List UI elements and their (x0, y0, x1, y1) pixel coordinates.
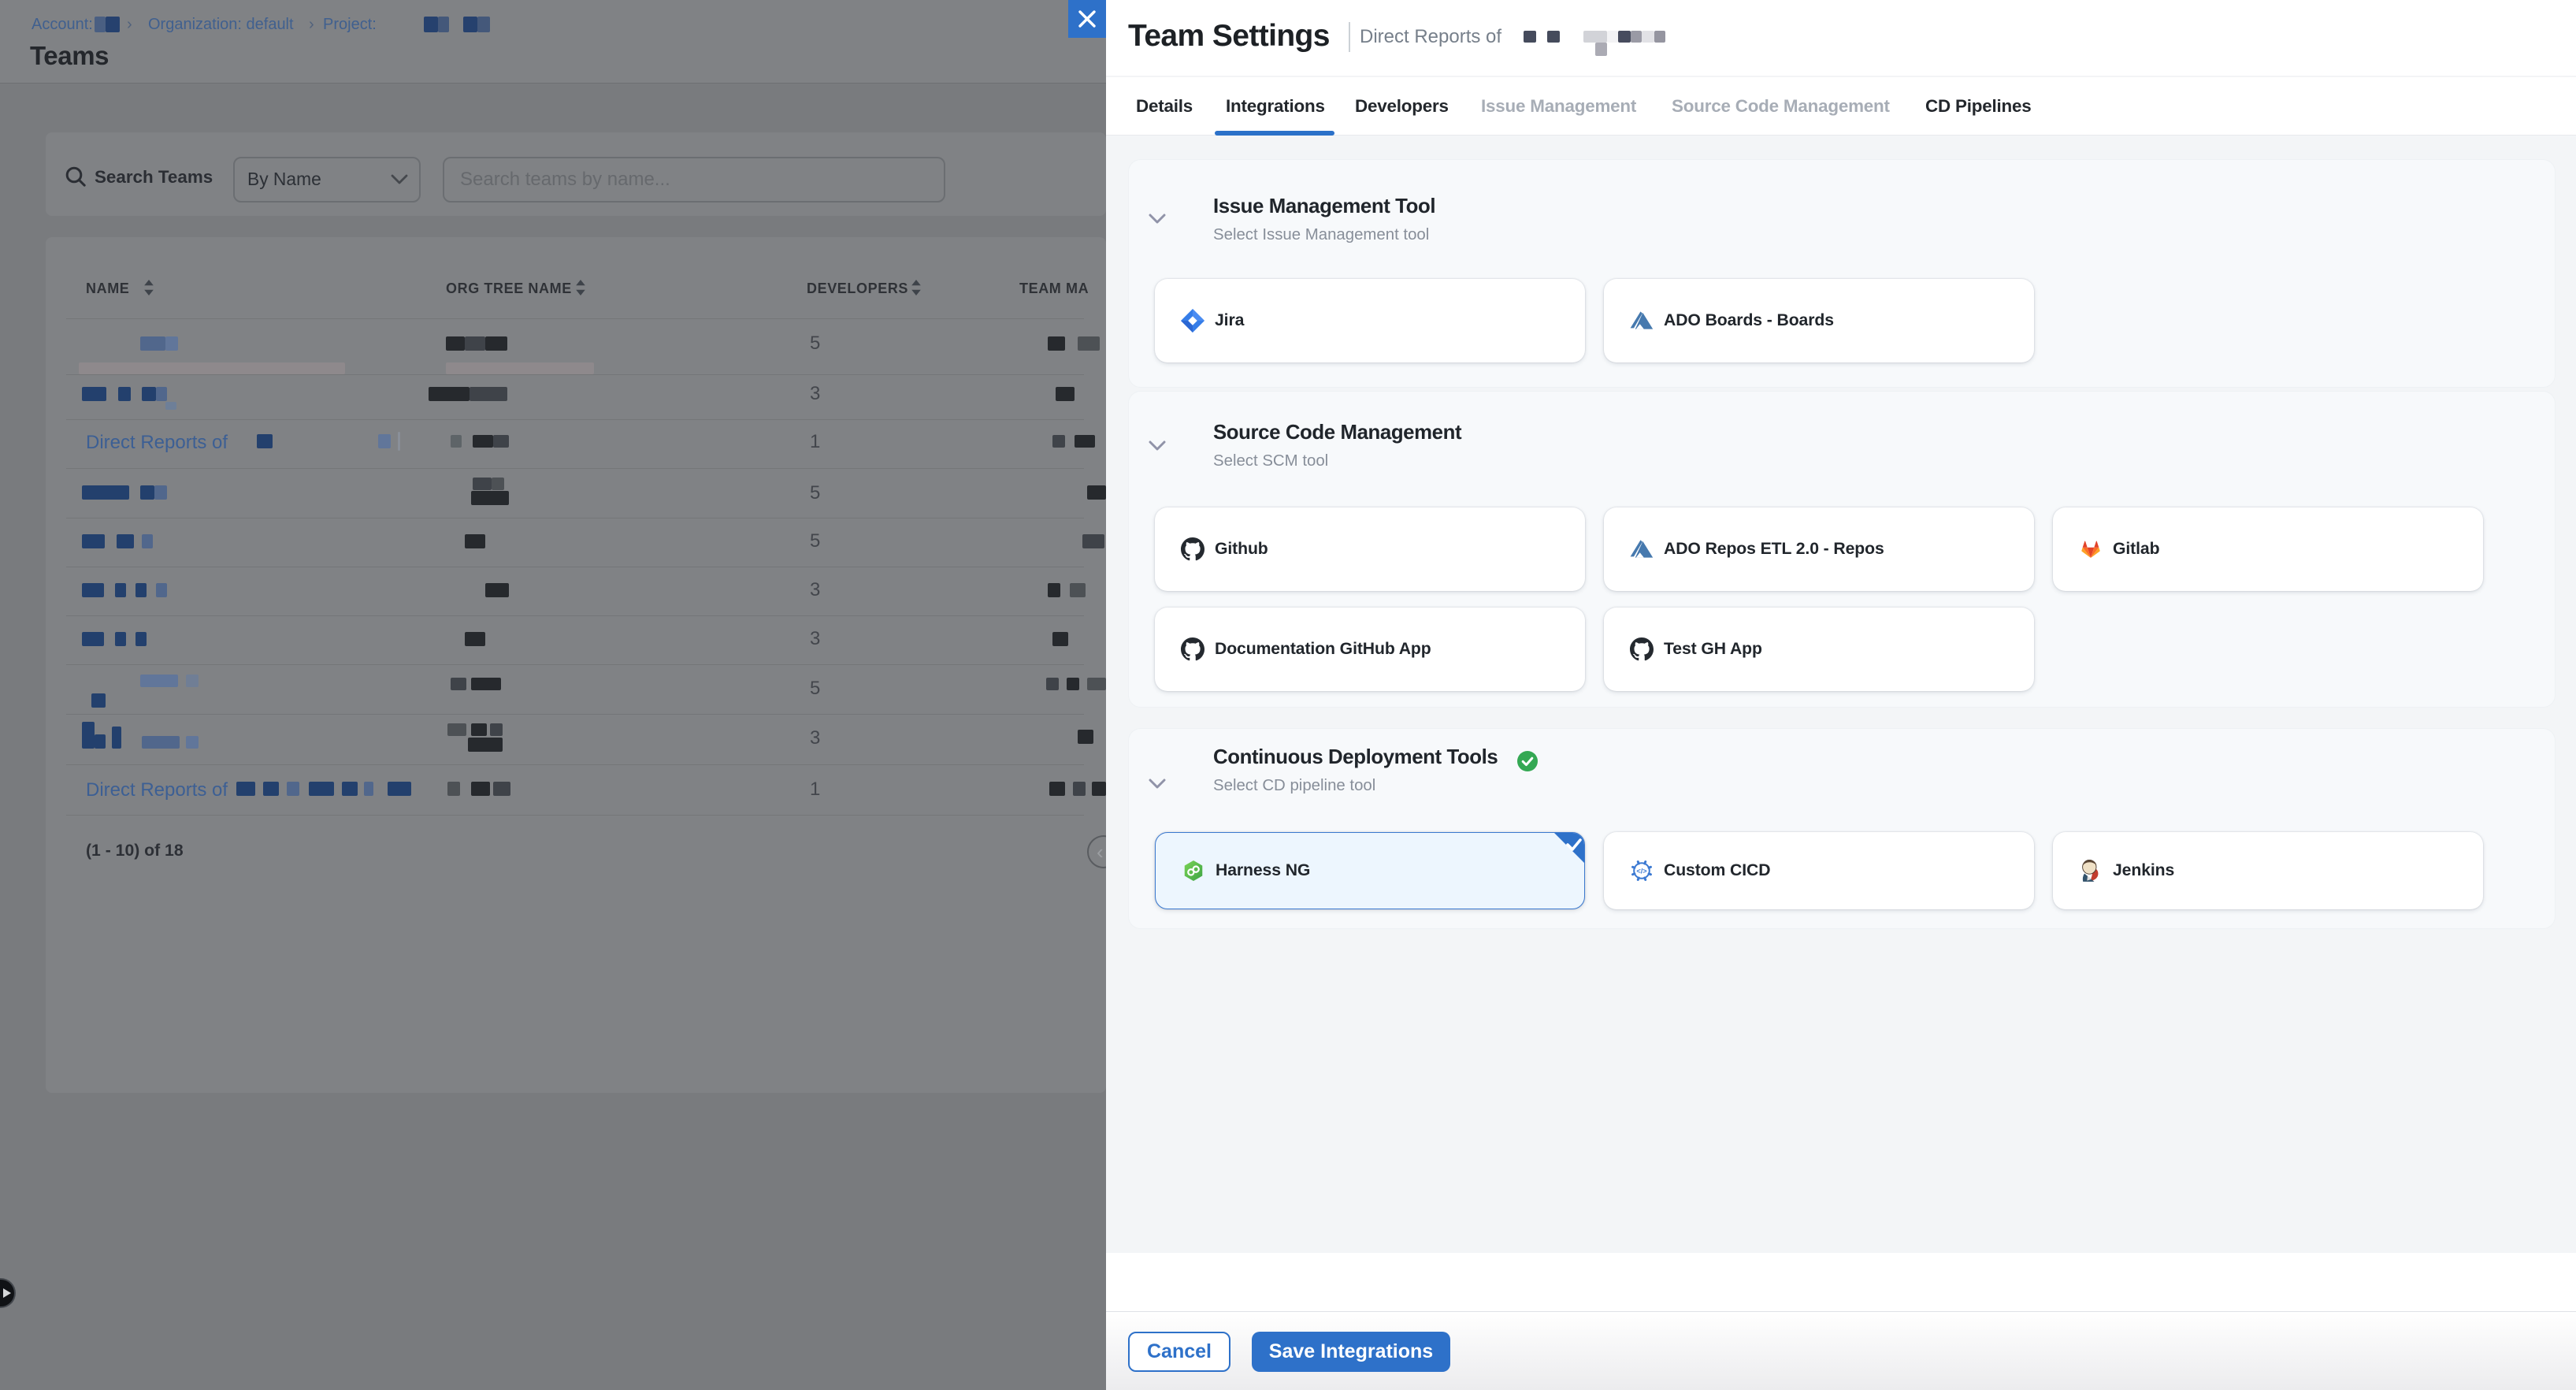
svg-text:</>: </> (1636, 868, 1646, 875)
